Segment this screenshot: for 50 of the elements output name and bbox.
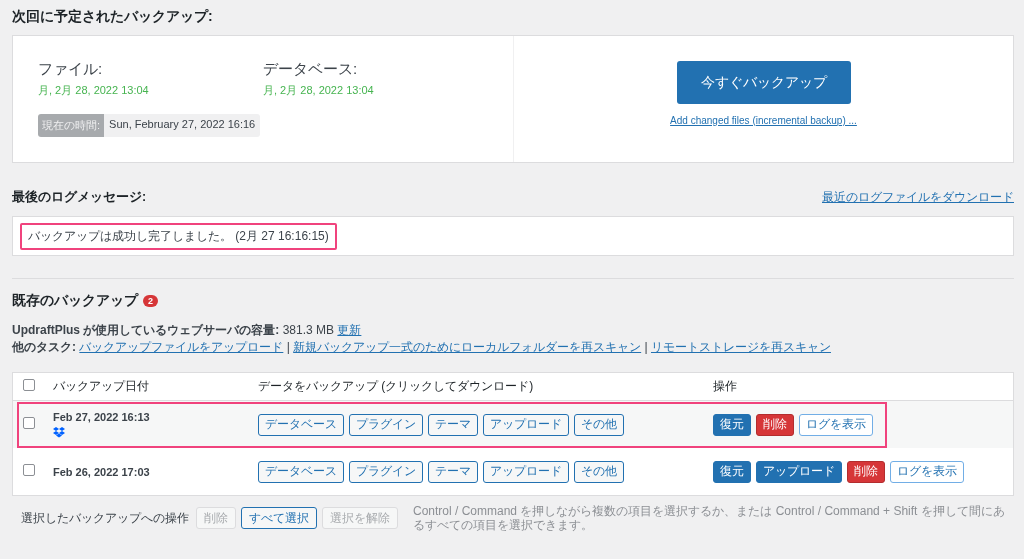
storage-usage: UpdraftPlus が使用しているウェブサーバの容量: 381.3 MB (12, 323, 335, 337)
backup-date: Feb 27, 2022 16:13 (53, 411, 151, 423)
delete-button[interactable]: 削除 (756, 413, 794, 436)
schedule-time: 月, 2月 28, 2022 13:04 (38, 83, 150, 98)
download-button[interactable]: データベース (258, 460, 344, 483)
backup-date: Feb 26, 2022 17:03 (53, 465, 151, 478)
download-button[interactable]: アップロード (483, 460, 569, 483)
task-link[interactable]: バックアップファイルをアップロード (79, 340, 284, 354)
download-button[interactable]: プラグイン (349, 413, 423, 436)
time-label: 現在の時間: (38, 114, 105, 137)
column-header: データをバックアップ (クリックしてダウンロード) (258, 378, 535, 395)
download-button[interactable]: データベース (258, 413, 344, 436)
refresh-link[interactable]: 更新 (337, 323, 362, 337)
selection-hint: Control / Command を押しながら複数の項目を選択するか、または Control / Command + Shift を押して間にあるすべての項目を選択できます。 (413, 504, 1006, 532)
column-header: バックアップ日付 (53, 378, 150, 395)
download-button[interactable]: テーマ (428, 460, 478, 483)
section-heading: 既存のバックアップ (12, 292, 138, 310)
section-heading: 最後のログメッセージ: (12, 189, 147, 206)
download-log-link[interactable]: 最近のログファイルをダウンロード (822, 189, 1014, 206)
action-button[interactable]: アップロード (756, 460, 842, 483)
checkbox[interactable] (23, 464, 35, 476)
bulk-button[interactable]: すべて選択 (241, 507, 317, 529)
column-header: 操作 (713, 378, 738, 395)
view-log-button[interactable]: ログを表示 (890, 460, 964, 483)
section-heading: 次回に予定されたバックアップ: (12, 7, 214, 26)
incremental-backup-link[interactable]: Add changed files (incremental backup) ... (670, 115, 857, 126)
delete-button[interactable]: 削除 (847, 460, 885, 483)
count-badge: 2 (143, 295, 158, 307)
download-button[interactable]: アップロード (483, 413, 569, 436)
log-message: バックアップは成功し完了しました。 (2月 27 16:16:15) (20, 222, 337, 250)
checkbox[interactable] (23, 379, 35, 391)
schedule-time: 月, 2月 28, 2022 13:04 (263, 83, 375, 98)
checkbox[interactable] (23, 417, 35, 429)
current-time: Sun, February 27, 2022 16:16 (104, 114, 261, 137)
download-button[interactable]: プラグイン (349, 460, 423, 483)
schedule-label: ファイル: (38, 60, 104, 79)
action-button[interactable]: 復元 (713, 460, 751, 483)
schedule-label: データベース: (263, 60, 359, 79)
separator: | (644, 340, 648, 354)
download-button[interactable]: その他 (574, 413, 624, 436)
bulk-actions-label: 選択したバックアップへの操作 (21, 509, 189, 527)
view-log-button[interactable]: ログを表示 (799, 413, 873, 436)
task-link[interactable]: 新規バックアップ一式のためにローカルフォルダーを再スキャン (293, 340, 642, 354)
task-link[interactable]: リモートストレージを再スキャン (650, 340, 831, 354)
separator: | (286, 340, 290, 354)
tasks-label: 他のタスク: (12, 340, 76, 354)
download-button[interactable]: その他 (574, 460, 624, 483)
backup-now-button[interactable]: 今すぐバックアップ (676, 61, 851, 104)
action-button[interactable]: 復元 (713, 413, 751, 436)
download-button[interactable]: テーマ (428, 413, 478, 436)
